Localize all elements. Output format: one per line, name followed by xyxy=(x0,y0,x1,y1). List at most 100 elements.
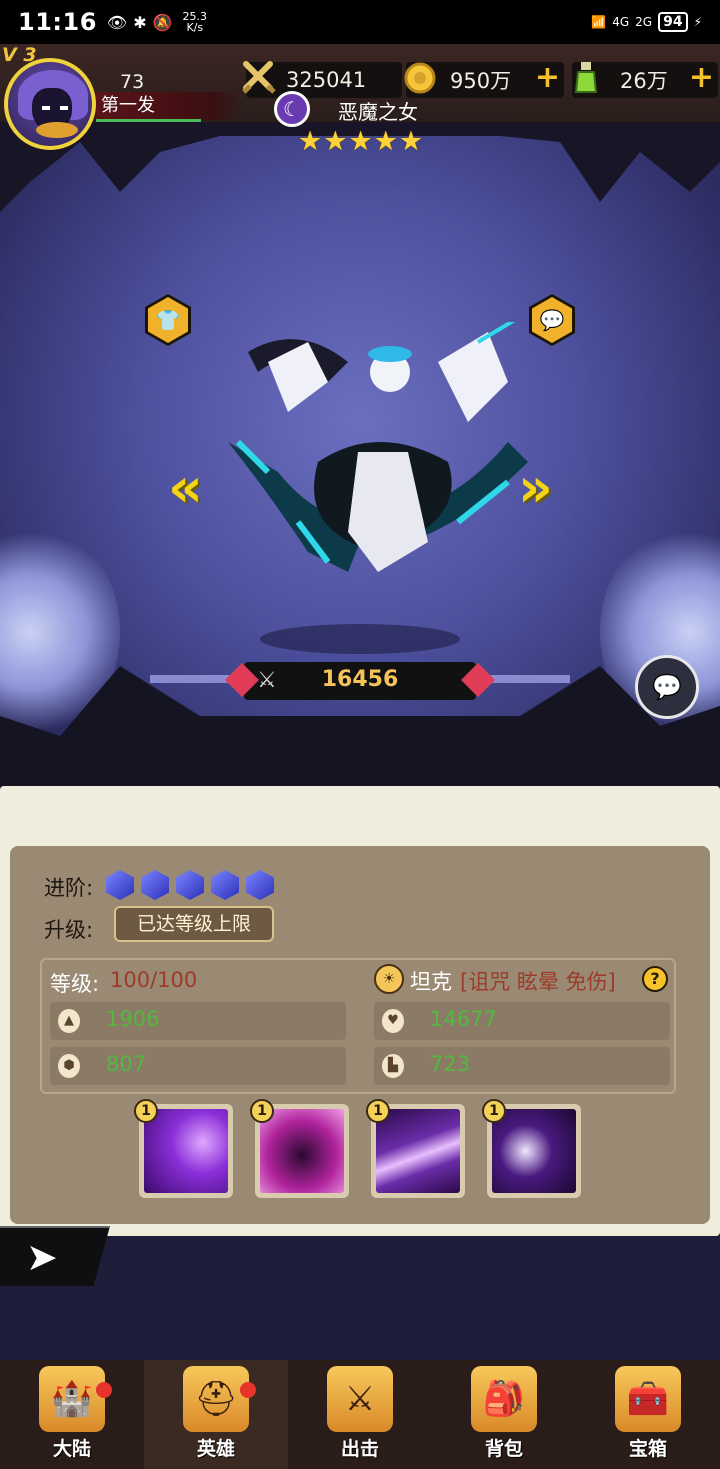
skill-reaper-icon xyxy=(492,1109,576,1193)
helmet-icon: ⛑ xyxy=(183,1366,249,1432)
nav-heroes[interactable]: ⛑ 英雄 xyxy=(144,1360,288,1469)
combat-power-value: 16456 xyxy=(321,667,399,692)
wifi-icon: 📶 xyxy=(591,15,607,29)
stat-attack: ▲ 1906 xyxy=(50,1002,346,1040)
advance-gem-icon xyxy=(176,870,204,900)
max-level-button[interactable]: 已达等级上限 xyxy=(114,906,274,942)
moon-faction-icon: ☾ xyxy=(274,91,310,127)
star-icon: ★ xyxy=(298,126,323,157)
stat-defense: ⬢ 807 xyxy=(50,1047,346,1085)
resource-gold[interactable]: 950万 + xyxy=(404,60,564,98)
status-icons: 👁 ✱ 🔕 25.3 K/s xyxy=(107,11,207,33)
nav-label: 大陆 xyxy=(52,1438,91,1460)
shirt-icon: 👕 xyxy=(148,297,188,343)
star-icon: ★ xyxy=(398,126,424,157)
crossed-swords-icon: ⚔ xyxy=(327,1366,393,1432)
advance-gem-icon xyxy=(106,870,134,900)
advance-label: 进阶: xyxy=(44,876,94,900)
nav-continent[interactable]: 🏰 大陆 xyxy=(0,1360,144,1469)
nav-label: 英雄 xyxy=(196,1438,235,1460)
avatar-beak xyxy=(36,122,78,138)
chest-icon: 🧰 xyxy=(615,1366,681,1432)
speed-value: 723 xyxy=(430,1052,471,1076)
player-level: 73 xyxy=(120,71,145,93)
skill-level-badge: 1 xyxy=(250,1099,274,1123)
advance-gem-icon xyxy=(246,870,274,900)
mute-icon: 🔕 xyxy=(152,12,173,32)
skill-level-badge: 1 xyxy=(134,1099,158,1123)
advance-gem-icon xyxy=(211,870,239,900)
castle-icon: 🏰 xyxy=(39,1366,105,1432)
resource-power: 325041 xyxy=(242,61,402,98)
role-label: 坦克 xyxy=(410,970,452,994)
hero-portrait xyxy=(228,322,528,572)
gold-plus-button[interactable]: + xyxy=(535,60,560,95)
nav-label: 出击 xyxy=(340,1438,379,1460)
skill-slash-icon xyxy=(144,1109,228,1193)
coin-icon xyxy=(404,62,436,94)
potion-plus-button[interactable]: + xyxy=(689,60,714,95)
notification-dot xyxy=(240,1382,256,1398)
level-label: 等级: xyxy=(50,972,100,996)
upgrade-label: 升级: xyxy=(44,918,94,942)
battery-level: 94 xyxy=(658,12,688,32)
skill-level-badge: 1 xyxy=(482,1099,506,1123)
nav-backpack[interactable]: 🎒 背包 xyxy=(432,1360,576,1469)
speech-bubble-icon: 💬 xyxy=(532,297,572,343)
resource-potion[interactable]: 26万 + xyxy=(572,60,718,98)
skill-blades-icon xyxy=(376,1109,460,1193)
status-time: 11:16 xyxy=(18,8,97,36)
next-hero-arrow[interactable]: » xyxy=(518,456,553,519)
back-arrow-icon: ➤ xyxy=(26,1235,58,1279)
chat-icon: 💬 xyxy=(652,673,682,701)
hero-stars: ★ ★ ★ ★ ★ xyxy=(298,126,423,157)
signal-2g: 2G xyxy=(635,15,653,29)
nav-label: 宝箱 xyxy=(628,1438,667,1460)
skill-slot-1[interactable]: 1 xyxy=(134,1099,233,1198)
player-name: 第一发 xyxy=(96,92,241,120)
avatar[interactable] xyxy=(4,58,96,150)
bluetooth-icon: ✱ xyxy=(133,12,147,32)
speed-unit: K/s xyxy=(186,21,204,34)
bottom-nav: 🏰 大陆 ⛑ 英雄 ⚔ 出击 🎒 背包 🧰 宝箱 xyxy=(0,1360,720,1469)
level-value: 100/100 xyxy=(110,968,198,992)
boot-icon: ▙ xyxy=(382,1054,404,1078)
defense-value: 807 xyxy=(106,1052,147,1076)
hp-value: 14677 xyxy=(430,1007,497,1031)
prev-hero-arrow[interactable]: « xyxy=(168,456,203,519)
power-value: 325041 xyxy=(286,68,367,92)
tank-role-icon: ☀ xyxy=(374,964,404,994)
star-icon: ★ xyxy=(323,126,348,157)
star-icon: ★ xyxy=(373,126,398,157)
shield-icon: ⬢ xyxy=(58,1054,80,1078)
role-tags: [诅咒 眩晕 免伤] xyxy=(460,970,616,994)
skill-level-badge: 1 xyxy=(366,1099,390,1123)
stat-hp: ♥ 14677 xyxy=(374,1002,670,1040)
backpack-icon: 🎒 xyxy=(471,1366,537,1432)
nav-label: 背包 xyxy=(484,1438,523,1460)
potion-icon xyxy=(574,62,598,93)
skill-slot-3[interactable]: 1 xyxy=(366,1099,465,1198)
avatar-eye-right xyxy=(60,106,68,110)
stat-speed: ▙ 723 xyxy=(374,1047,670,1085)
nav-chest[interactable]: 🧰 宝箱 xyxy=(576,1360,720,1469)
nav-battle[interactable]: ⚔ 出击 xyxy=(288,1360,432,1469)
help-button[interactable]: ? xyxy=(642,966,668,992)
attack-value: 1906 xyxy=(106,1007,160,1031)
signal-4g: 4G xyxy=(612,15,630,29)
heart-icon: ♥ xyxy=(382,1009,404,1033)
skill-slot-2[interactable]: 1 xyxy=(250,1099,349,1198)
star-icon: ★ xyxy=(348,126,373,157)
skill-demon-icon xyxy=(260,1109,344,1193)
avatar-eye-left xyxy=(42,106,50,110)
skill-slot-4[interactable]: 1 xyxy=(482,1099,581,1198)
hero-name: 恶魔之女 xyxy=(338,100,418,124)
status-right: 📶 4G 2G 94 ⚡ xyxy=(591,12,702,32)
attack-icon: ▲ xyxy=(58,1009,80,1033)
charging-icon: ⚡ xyxy=(693,15,702,29)
eye-icon: 👁 xyxy=(106,12,128,32)
chat-button[interactable]: 💬 xyxy=(635,655,699,719)
advance-gems xyxy=(106,870,274,900)
hero-shadow xyxy=(260,624,460,654)
back-button[interactable]: ➤ xyxy=(0,1226,110,1286)
